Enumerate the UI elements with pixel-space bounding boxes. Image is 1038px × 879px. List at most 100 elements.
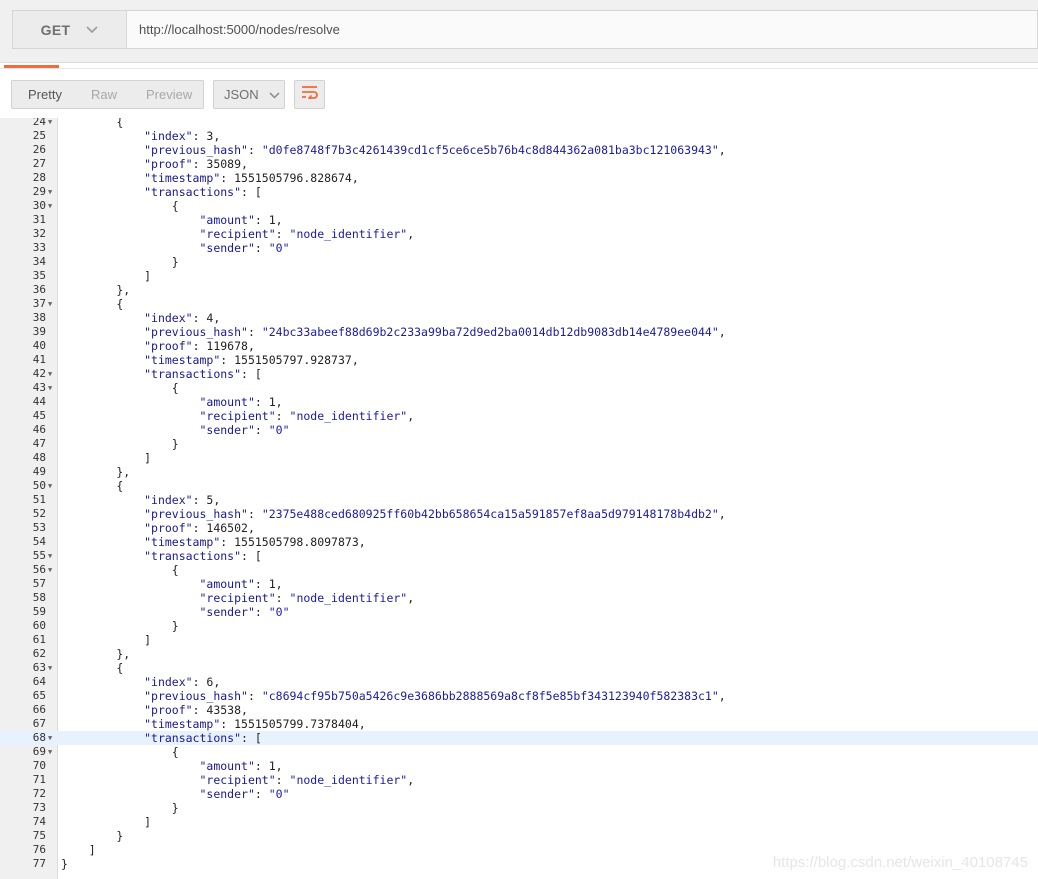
fold-arrow-icon[interactable]: ▼: [48, 661, 52, 675]
line-number: 31: [32, 213, 46, 226]
line-number: 58: [32, 591, 46, 604]
tab-pretty[interactable]: Pretty: [28, 87, 62, 102]
line-number: 49: [32, 465, 46, 478]
fold-arrow-icon[interactable]: ▼: [48, 745, 52, 759]
code-text: {: [61, 661, 124, 675]
tab-raw[interactable]: Raw: [91, 87, 117, 102]
line-number: 64: [32, 675, 46, 688]
code-line: 29 ▼ "transactions": [: [0, 185, 1038, 199]
code-line: 25 "index": 3,: [0, 129, 1038, 143]
code-text: },: [61, 283, 131, 297]
line-number: 53: [32, 521, 46, 534]
fold-arrow-icon[interactable]: ▼: [48, 563, 52, 577]
line-number: 51: [32, 493, 46, 506]
code-text: {: [61, 118, 124, 129]
code-line: 28 "timestamp": 1551505796.828674,: [0, 171, 1038, 185]
code-text: "amount": 1,: [199, 759, 283, 773]
wrap-lines-icon: [301, 85, 319, 104]
line-number: 50: [32, 479, 46, 492]
divider: [0, 62, 1038, 63]
code-line: 48 ]: [0, 451, 1038, 465]
line-number: 63: [32, 661, 46, 674]
code-text: "index": 3,: [144, 129, 221, 143]
line-number: 26: [32, 143, 46, 156]
line-number: 60: [32, 619, 46, 632]
code-text: "proof": 35089,: [144, 157, 248, 171]
code-text: "index": 5,: [144, 493, 221, 507]
line-number: 29: [32, 185, 46, 198]
fold-arrow-icon[interactable]: ▼: [48, 731, 52, 745]
code-text: {: [61, 297, 124, 311]
code-line: 56 ▼ {: [0, 563, 1038, 577]
line-number: 34: [32, 255, 46, 268]
code-text: "recipient": "node_identifier",: [199, 773, 415, 787]
tab-preview[interactable]: Preview: [146, 87, 192, 102]
method-dropdown[interactable]: GET: [12, 10, 126, 49]
code-line: 66 "proof": 43538,: [0, 703, 1038, 717]
fold-arrow-icon[interactable]: ▼: [48, 185, 52, 199]
code-text: }: [61, 829, 124, 843]
line-number: 43: [32, 381, 46, 394]
code-text: }: [61, 857, 68, 871]
code-line: 41 "timestamp": 1551505797.928737,: [0, 353, 1038, 367]
format-label: JSON: [224, 87, 259, 102]
code-text: "timestamp": 1551505798.8097873,: [144, 535, 366, 549]
line-number: 61: [32, 633, 46, 646]
code-text: "previous_hash": "d0fe8748f7b3c4261439cd…: [144, 143, 726, 157]
code-line: 34 }: [0, 255, 1038, 269]
fold-arrow-icon[interactable]: ▼: [48, 118, 52, 129]
response-body-editor[interactable]: 24 ▼ {25 "index": 3, 26 "previous_hash": "…: [0, 118, 1038, 879]
code-text: }: [61, 255, 179, 269]
fold-arrow-icon[interactable]: ▼: [48, 549, 52, 563]
line-number: 37: [32, 297, 46, 310]
code-text: "amount": 1,: [199, 213, 283, 227]
fold-arrow-icon[interactable]: ▼: [48, 367, 52, 381]
line-number: 36: [32, 283, 46, 296]
url-input[interactable]: http://localhost:5000/nodes/resolve: [126, 10, 1038, 49]
code-line: 31 "amount": 1,: [0, 213, 1038, 227]
line-number: 32: [32, 227, 46, 240]
code-line: 46 "sender": "0": [0, 423, 1038, 437]
line-number: 45: [32, 409, 46, 422]
line-number: 44: [32, 395, 46, 408]
line-number: 35: [32, 269, 46, 282]
request-bar: GET http://localhost:5000/nodes/resolve: [0, 0, 1038, 62]
line-number: 65: [32, 689, 46, 702]
code-text: "proof": 119678,: [144, 339, 255, 353]
line-number: 42: [32, 367, 46, 380]
code-line: 27 "proof": 35089,: [0, 157, 1038, 171]
code-line: 43 ▼ {: [0, 381, 1038, 395]
code-line: 24 ▼ {: [0, 118, 1038, 129]
code-line: 71 "recipient": "node_identifier",: [0, 773, 1038, 787]
code-text: }: [61, 437, 179, 451]
code-text: "transactions": [: [144, 549, 262, 563]
code-line: 50 ▼ {: [0, 479, 1038, 493]
code-text: "transactions": [: [144, 367, 262, 381]
code-text: {: [61, 381, 179, 395]
code-text: "previous_hash": "2375e488ced680925ff60b…: [144, 507, 726, 521]
view-mode-tabs: Pretty Raw Preview: [11, 80, 204, 109]
wrap-lines-button[interactable]: [294, 80, 325, 109]
code-line: 64 "index": 6,: [0, 675, 1038, 689]
code-text: }: [61, 801, 179, 815]
code-line: 44 "amount": 1,: [0, 395, 1038, 409]
line-number: 52: [32, 507, 46, 520]
code-line: 38 "index": 4,: [0, 311, 1038, 325]
code-line: 39 "previous_hash": "24bc33abeef88d69b2c…: [0, 325, 1038, 339]
fold-arrow-icon[interactable]: ▼: [48, 297, 52, 311]
code-line: 62 },: [0, 647, 1038, 661]
code-text: ]: [61, 843, 96, 857]
fold-arrow-icon[interactable]: ▼: [48, 199, 52, 213]
fold-arrow-icon[interactable]: ▼: [48, 381, 52, 395]
code-text: ]: [61, 815, 152, 829]
method-label: GET: [40, 21, 71, 38]
code-text: ]: [61, 451, 152, 465]
code-line: 52 "previous_hash": "2375e488ced680925ff…: [0, 507, 1038, 521]
line-number: 74: [32, 815, 46, 828]
line-number: 75: [32, 829, 46, 842]
divider: [0, 68, 1038, 69]
fold-arrow-icon[interactable]: ▼: [48, 479, 52, 493]
code-text: "proof": 146502,: [144, 521, 255, 535]
format-dropdown[interactable]: JSON: [213, 80, 285, 109]
code-text: "transactions": [: [144, 185, 262, 199]
